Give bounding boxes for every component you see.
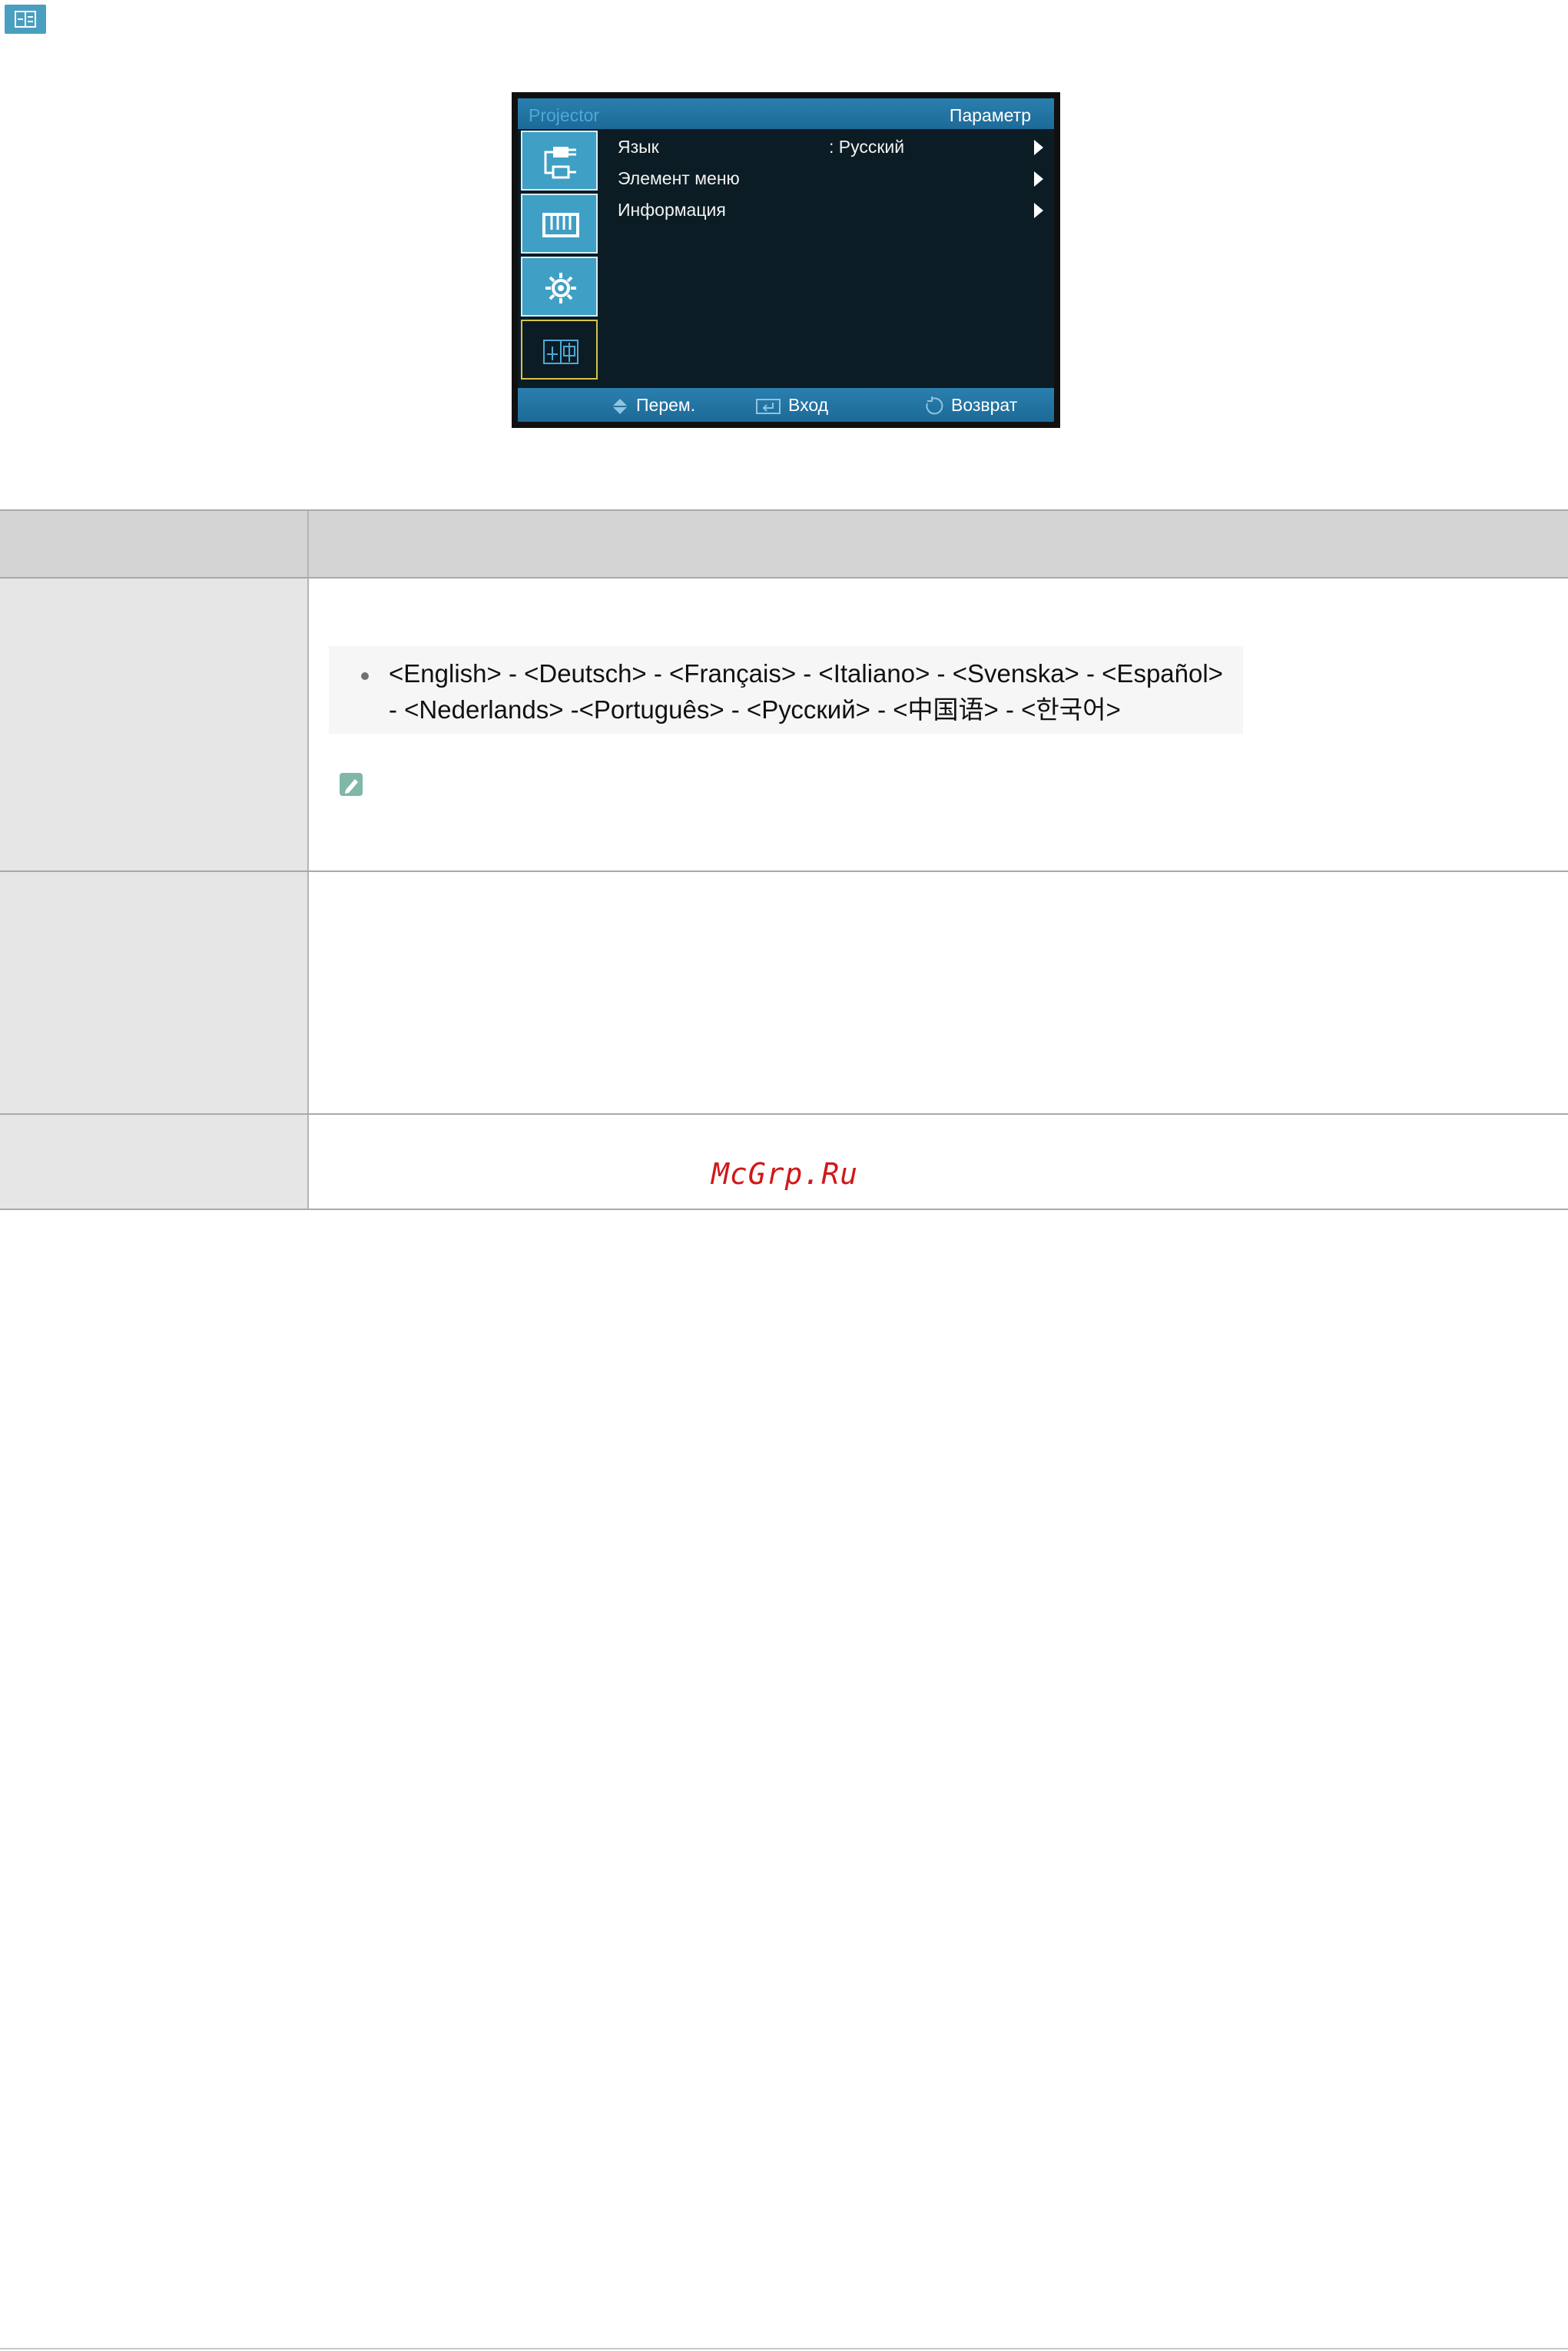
row-information-name-cell (0, 1114, 307, 1209)
menu-item-menu-element[interactable]: Элемент меню (618, 162, 1054, 193)
menu-item-label: Язык (618, 137, 659, 157)
return-icon (926, 396, 943, 415)
table-top-border (0, 509, 1568, 511)
menu-item-value: : Русский (829, 137, 905, 157)
menu-item-language[interactable]: Язык : Русский (618, 131, 1054, 161)
note-pencil-icon (340, 773, 363, 796)
osd-menu: Язык : Русский Элемент меню Информация (604, 129, 1054, 389)
footer-enter: Вход (756, 395, 828, 416)
osd-footer: Перем. Вход Возврат (518, 388, 1054, 422)
input-source-icon[interactable] (521, 131, 598, 191)
column-divider (307, 510, 309, 1209)
picture-icon[interactable] (521, 194, 598, 254)
footer-move: Перем. (612, 395, 695, 416)
page-bottom-rule (0, 2348, 1568, 2349)
menu-item-information[interactable]: Информация (618, 194, 1054, 224)
osd-title: Параметр (949, 105, 1031, 125)
row-language-name-cell (0, 578, 307, 871)
watermark: McGrp.Ru (711, 1157, 859, 1191)
footer-enter-label: Вход (788, 395, 829, 415)
arrow-right-icon (1034, 203, 1043, 218)
language-option-icon[interactable] (521, 320, 598, 380)
language-list-line-1: <English> - <Deutsch> - <Français> - <It… (389, 659, 1223, 688)
language-list-line-2: - <Nederlands> -<Português> - <Русский> … (389, 695, 1121, 724)
bullet-icon (361, 672, 369, 680)
row-menu-element-name-cell (0, 871, 307, 1114)
menu-item-label: Элемент меню (618, 168, 740, 188)
osd-sidebar (518, 129, 604, 389)
setup-gear-icon[interactable] (521, 257, 598, 317)
osd-brand: Projector (529, 105, 600, 125)
arrow-right-icon (1034, 140, 1043, 155)
footer-return: Возврат (923, 395, 1017, 416)
arrow-right-icon (1034, 171, 1043, 187)
row-divider (0, 577, 1568, 579)
projector-osd-screenshot: Projector Параметр Язык: Русский Элемен… (512, 92, 1060, 428)
osd-window: Projector Параметр Язык: Русский Элемен… (518, 98, 1054, 422)
menu-item-label: Информация (618, 200, 726, 220)
row-divider (0, 1113, 1568, 1115)
enter-icon (756, 398, 781, 414)
language-settings-icon (5, 5, 46, 34)
osd-header: Projector Параметр (518, 98, 1054, 129)
footer-return-label: Возврат (951, 395, 1018, 415)
table-bottom-border (0, 1209, 1568, 1210)
footer-move-label: Перем. (636, 395, 696, 415)
up-down-arrow-icon (613, 398, 627, 414)
row-divider (0, 870, 1568, 872)
table-header (0, 510, 1568, 578)
